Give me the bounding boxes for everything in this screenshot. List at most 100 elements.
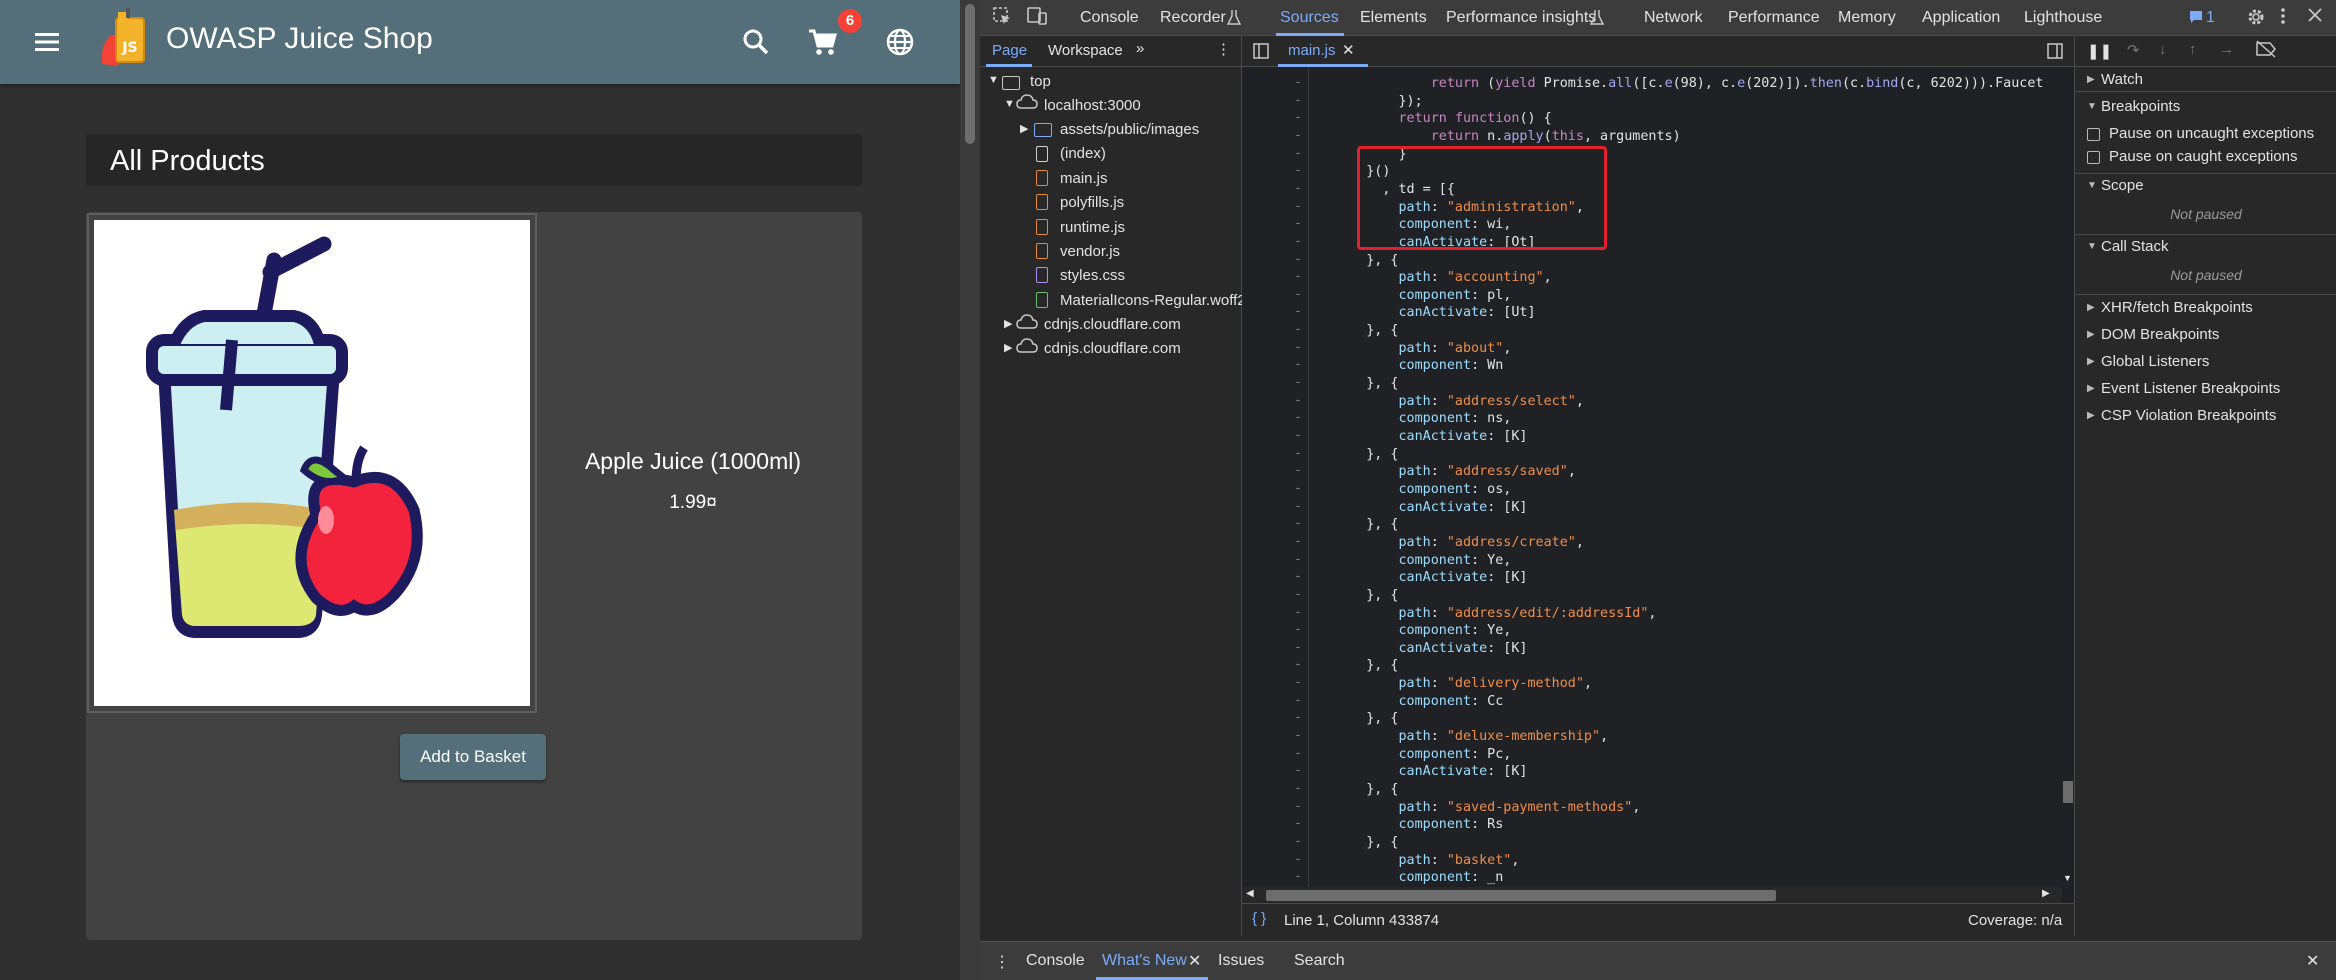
collapse-arrow-icon[interactable]: ▶ bbox=[1004, 317, 1012, 330]
line-number[interactable]: - bbox=[1242, 410, 1308, 428]
line-number[interactable]: - bbox=[1242, 463, 1308, 481]
line-number[interactable]: - bbox=[1242, 622, 1308, 640]
tab-performance[interactable]: Performance bbox=[1728, 9, 1820, 27]
step-icon[interactable]: → bbox=[2219, 41, 2234, 58]
code-line[interactable]: path: "delivery-method", bbox=[1334, 675, 1593, 693]
tree-item-polyfills-js[interactable]: polyfills.js bbox=[1060, 194, 1124, 211]
code-line[interactable]: }, { bbox=[1334, 657, 1398, 675]
expanded-arrow-icon[interactable]: ▼ bbox=[2087, 241, 2097, 252]
call-stack-section[interactable]: Call Stack bbox=[2101, 238, 2169, 255]
more-tabs-icon[interactable]: » bbox=[1136, 40, 1144, 57]
code-line[interactable]: path: "address/edit/:addressId", bbox=[1334, 605, 1657, 623]
line-number[interactable]: - bbox=[1242, 516, 1308, 534]
line-number[interactable]: - bbox=[1242, 781, 1308, 799]
code-line[interactable]: path: "deluxe-membership", bbox=[1334, 728, 1609, 746]
deactivate-breakpoints-icon[interactable] bbox=[2255, 40, 2277, 62]
tab-application[interactable]: Application bbox=[1922, 9, 2000, 27]
code-line[interactable]: }, { bbox=[1334, 252, 1398, 270]
line-number[interactable]: - bbox=[1242, 693, 1308, 711]
line-number[interactable]: - bbox=[1242, 552, 1308, 570]
line-number[interactable]: - bbox=[1242, 269, 1308, 287]
menu-icon[interactable] bbox=[28, 22, 68, 62]
code-line[interactable]: }, { bbox=[1334, 781, 1398, 799]
tree-item-vendor-js[interactable]: vendor.js bbox=[1060, 243, 1120, 260]
close-drawer-icon[interactable]: ✕ bbox=[2306, 951, 2319, 971]
line-number[interactable]: - bbox=[1242, 869, 1308, 887]
line-number[interactable]: - bbox=[1242, 146, 1308, 164]
breakpoints-section[interactable]: Breakpoints bbox=[2101, 98, 2180, 115]
code-line[interactable]: path: "about", bbox=[1334, 340, 1512, 358]
code-line[interactable]: component: _n bbox=[1334, 869, 1504, 887]
line-number[interactable]: - bbox=[1242, 763, 1308, 781]
code-line[interactable]: path: "address/saved", bbox=[1334, 463, 1576, 481]
code-line[interactable]: path: "address/select", bbox=[1334, 393, 1584, 411]
line-number[interactable]: - bbox=[1242, 322, 1308, 340]
code-line[interactable]: component: Rs bbox=[1334, 816, 1504, 834]
code-line[interactable]: }, { bbox=[1334, 322, 1398, 340]
code-line[interactable]: component: os, bbox=[1334, 481, 1512, 499]
code-line[interactable]: }, { bbox=[1334, 710, 1398, 728]
code-line[interactable]: component: ns, bbox=[1334, 410, 1512, 428]
line-number[interactable]: - bbox=[1242, 640, 1308, 658]
language-globe-icon[interactable] bbox=[880, 22, 920, 62]
tab-performance-insights[interactable]: Performance insights bbox=[1446, 9, 1596, 27]
line-number[interactable]: - bbox=[1242, 446, 1308, 464]
editor-vertical-scrollbar-thumb[interactable] bbox=[2063, 781, 2073, 803]
global-listeners-section[interactable]: Global Listeners bbox=[2101, 353, 2209, 370]
line-number[interactable]: - bbox=[1242, 110, 1308, 128]
line-number[interactable]: - bbox=[1242, 710, 1308, 728]
collapse-arrow-icon[interactable]: ▶ bbox=[1020, 122, 1028, 135]
inspect-element-icon[interactable] bbox=[992, 6, 1012, 31]
step-into-icon[interactable]: ↓ bbox=[2159, 41, 2167, 58]
editor-vertical-scrollbar[interactable]: ▼ bbox=[2062, 67, 2074, 887]
line-number[interactable]: - bbox=[1242, 534, 1308, 552]
line-number[interactable]: - bbox=[1242, 675, 1308, 693]
line-number[interactable]: - bbox=[1242, 163, 1308, 181]
code-line[interactable]: path: "accounting", bbox=[1334, 269, 1552, 287]
line-number[interactable]: - bbox=[1242, 746, 1308, 764]
event-listener-breakpoints-section[interactable]: Event Listener Breakpoints bbox=[2101, 380, 2280, 397]
tab-console[interactable]: Console bbox=[1080, 9, 1139, 27]
tree-item-cdnjs-1[interactable]: cdnjs.cloudflare.com bbox=[1044, 316, 1181, 333]
scroll-left-arrow-icon[interactable]: ◀ bbox=[1246, 888, 1254, 899]
scroll-down-arrow-icon[interactable]: ▼ bbox=[2063, 873, 2072, 883]
collapsed-arrow-icon[interactable]: ▶ bbox=[2087, 74, 2095, 85]
tree-item-cdnjs-2[interactable]: cdnjs.cloudflare.com bbox=[1044, 340, 1181, 357]
editor-horizontal-scrollbar-thumb[interactable] bbox=[1266, 890, 1776, 901]
collapsed-arrow-icon[interactable]: ▶ bbox=[2087, 329, 2095, 340]
expand-arrow-icon[interactable]: ▼ bbox=[988, 74, 999, 86]
line-number[interactable]: - bbox=[1242, 481, 1308, 499]
code-line[interactable]: component: pl, bbox=[1334, 287, 1512, 305]
line-number[interactable]: - bbox=[1242, 181, 1308, 199]
toggle-debugger-icon[interactable] bbox=[2046, 42, 2064, 64]
nav-tab-page[interactable]: Page bbox=[992, 42, 1027, 59]
close-devtools-icon[interactable] bbox=[2306, 6, 2324, 29]
editor-horizontal-scrollbar[interactable]: ◀ ▶ bbox=[1242, 887, 2062, 903]
code-line[interactable]: return (yield Promise.all([c.e(98), c.e(… bbox=[1334, 75, 2044, 93]
tree-item-runtime-js[interactable]: runtime.js bbox=[1060, 219, 1125, 236]
line-number[interactable]: - bbox=[1242, 287, 1308, 305]
toggle-navigator-icon[interactable] bbox=[1252, 42, 1270, 64]
code-line[interactable]: canActivate: [K] bbox=[1334, 640, 1528, 658]
line-number[interactable]: - bbox=[1242, 252, 1308, 270]
close-tab-icon[interactable]: ✕ bbox=[1188, 951, 1201, 971]
code-line[interactable]: canActivate: [K] bbox=[1334, 428, 1528, 446]
add-to-basket-button[interactable]: Add to Basket bbox=[400, 734, 546, 780]
drawer-tab-whats-new[interactable]: What's New bbox=[1102, 952, 1187, 970]
code-line[interactable]: canActivate: [K] bbox=[1334, 499, 1528, 517]
line-number[interactable]: - bbox=[1242, 587, 1308, 605]
collapse-arrow-icon[interactable]: ▶ bbox=[1004, 341, 1012, 354]
dom-breakpoints-section[interactable]: DOM Breakpoints bbox=[2101, 326, 2219, 343]
code-line[interactable]: canActivate: [Ut] bbox=[1334, 304, 1536, 322]
more-options-icon[interactable] bbox=[2278, 6, 2288, 31]
pause-caught-label[interactable]: Pause on caught exceptions bbox=[2109, 148, 2297, 165]
line-number[interactable]: - bbox=[1242, 199, 1308, 217]
line-number[interactable]: - bbox=[1242, 393, 1308, 411]
line-number[interactable]: - bbox=[1242, 357, 1308, 375]
code-line[interactable]: component: Cc bbox=[1334, 693, 1504, 711]
app-title[interactable]: OWASP Juice Shop bbox=[166, 22, 433, 56]
tree-item-localhost[interactable]: localhost:3000 bbox=[1044, 97, 1141, 114]
pause-uncaught-checkbox[interactable] bbox=[2087, 128, 2100, 141]
line-number[interactable]: - bbox=[1242, 569, 1308, 587]
code-line[interactable]: component: Wn bbox=[1334, 357, 1504, 375]
